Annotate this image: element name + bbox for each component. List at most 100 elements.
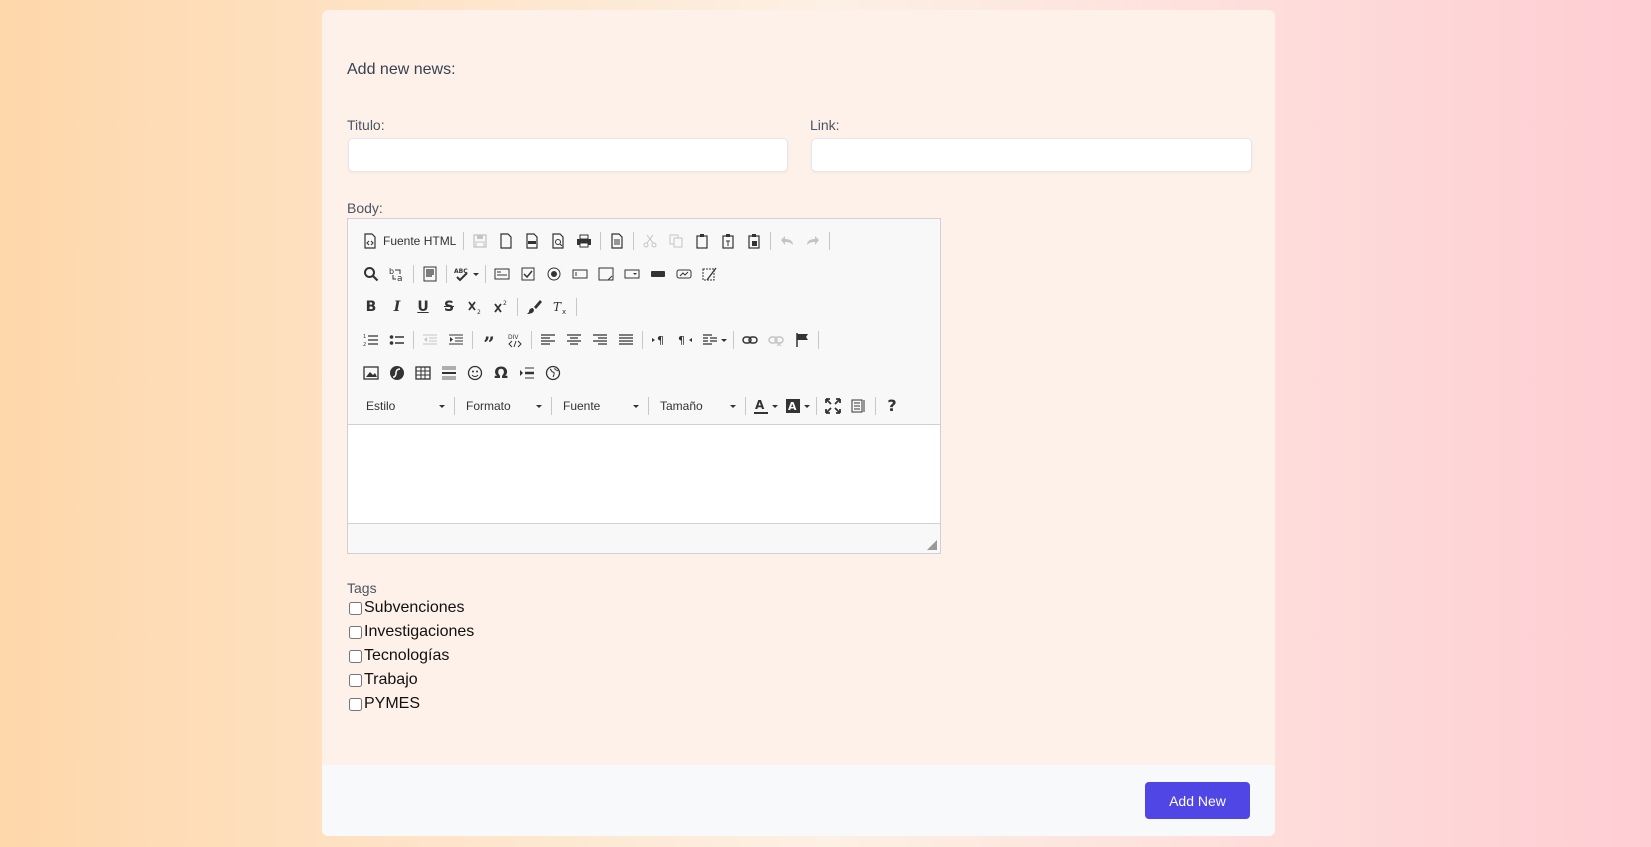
- export-pdf-button[interactable]: [519, 229, 545, 253]
- toolbar-separator: [472, 331, 473, 349]
- print-button[interactable]: [571, 229, 597, 253]
- text-field-button[interactable]: [567, 262, 593, 286]
- style-combo[interactable]: Estilo: [358, 394, 451, 418]
- titulo-input[interactable]: [348, 138, 788, 172]
- subscript-button[interactable]: 2: [462, 295, 488, 319]
- background-color-button[interactable]: A: [781, 394, 813, 418]
- find-button[interactable]: [358, 262, 384, 286]
- tag-checkbox[interactable]: [349, 649, 362, 663]
- omega-icon: Ω: [494, 363, 508, 382]
- form-button[interactable]: [489, 262, 515, 286]
- cut-button[interactable]: [637, 229, 663, 253]
- blockquote-button[interactable]: ”: [476, 328, 502, 354]
- toolbar-separator: [446, 265, 447, 283]
- div-container-button[interactable]: DIV: [502, 328, 528, 352]
- svg-text:T: T: [553, 300, 562, 314]
- copy-format-button[interactable]: [521, 295, 547, 319]
- tag-option-investigaciones[interactable]: Investigaciones: [349, 623, 474, 641]
- tag-option-pymes[interactable]: PYMES: [349, 695, 420, 713]
- paste-icon: [696, 234, 708, 249]
- table-button[interactable]: [410, 361, 436, 385]
- maximize-button[interactable]: [820, 394, 846, 418]
- ltr-icon: ¶: [652, 334, 664, 347]
- anchor-button[interactable]: [789, 328, 815, 352]
- iframe-button[interactable]: [540, 361, 566, 385]
- toolbar-row-2: ba ABC: [358, 261, 723, 287]
- image-button-button[interactable]: [671, 262, 697, 286]
- add-new-button[interactable]: Add New: [1145, 782, 1250, 819]
- ltr-button[interactable]: ¶: [646, 328, 672, 352]
- rtl-button[interactable]: ¶: [672, 328, 698, 352]
- new-page-button[interactable]: [493, 229, 519, 253]
- link-button[interactable]: [737, 328, 763, 352]
- bold-button[interactable]: B: [358, 295, 384, 319]
- help-button[interactable]: ?: [879, 394, 905, 418]
- toolbar-separator: [485, 265, 486, 283]
- remove-format-button[interactable]: Tx: [547, 295, 573, 319]
- smiley-button[interactable]: [462, 361, 488, 385]
- tag-checkbox[interactable]: [349, 625, 362, 639]
- tag-option-trabajo[interactable]: Trabajo: [349, 671, 418, 689]
- font-combo[interactable]: Fuente: [555, 394, 645, 418]
- size-combo[interactable]: Tamaño: [652, 394, 742, 418]
- select-all-button[interactable]: [417, 262, 443, 286]
- format-combo[interactable]: Formato: [458, 394, 548, 418]
- superscript-icon: 2: [494, 300, 507, 313]
- indent-button[interactable]: [443, 328, 469, 352]
- tag-option-tecnologias[interactable]: Tecnologías: [349, 647, 449, 665]
- undo-button[interactable]: [774, 229, 800, 253]
- replace-button[interactable]: ba: [384, 262, 410, 286]
- paste-text-button[interactable]: [715, 229, 741, 253]
- numbered-list-button[interactable]: 12: [358, 328, 384, 352]
- textarea-button[interactable]: [593, 262, 619, 286]
- language-button[interactable]: [698, 328, 730, 352]
- link-label: Link:: [810, 117, 840, 133]
- align-center-button[interactable]: [561, 328, 587, 352]
- checkbox-button[interactable]: [515, 262, 541, 286]
- paste-word-button[interactable]: [741, 229, 767, 253]
- templates-button[interactable]: [604, 229, 630, 253]
- paste-button[interactable]: [689, 229, 715, 253]
- italic-button[interactable]: I: [384, 295, 410, 319]
- show-blocks-button[interactable]: [846, 394, 872, 418]
- image-button[interactable]: [358, 361, 384, 385]
- special-char-button[interactable]: Ω: [488, 361, 514, 385]
- tag-checkbox[interactable]: [349, 601, 362, 615]
- align-left-button[interactable]: [535, 328, 561, 352]
- tag-option-subvenciones[interactable]: Subvenciones: [349, 599, 465, 617]
- copy-button[interactable]: [663, 229, 689, 253]
- select-field-button[interactable]: [619, 262, 645, 286]
- radio-button[interactable]: [541, 262, 567, 286]
- align-right-button[interactable]: [587, 328, 613, 352]
- redo-button[interactable]: [800, 229, 826, 253]
- link-input[interactable]: [811, 138, 1252, 172]
- style-combo-label: Estilo: [366, 399, 396, 413]
- image-button-icon: [676, 269, 692, 279]
- form-button-button[interactable]: [645, 262, 671, 286]
- svg-text:2: 2: [477, 309, 481, 315]
- preview-button[interactable]: [545, 229, 571, 253]
- flash-button[interactable]: [384, 361, 410, 385]
- toolbar-separator: [517, 298, 518, 316]
- source-html-button[interactable]: Fuente HTML: [358, 229, 460, 253]
- underline-button[interactable]: U: [410, 295, 436, 319]
- tag-checkbox[interactable]: [349, 697, 362, 711]
- hidden-field-button[interactable]: [697, 262, 723, 286]
- justify-button[interactable]: [613, 328, 639, 352]
- bulleted-list-button[interactable]: [384, 328, 410, 352]
- strikethrough-button[interactable]: S: [436, 295, 462, 319]
- spellcheck-button[interactable]: ABC: [450, 262, 482, 286]
- toolbar-row-6: Estilo Formato Fuente Tamaño A A ?: [358, 393, 905, 419]
- save-button[interactable]: [467, 229, 493, 253]
- horizontal-rule-button[interactable]: [436, 361, 462, 385]
- unlink-button[interactable]: [763, 328, 789, 352]
- page-break-button[interactable]: [514, 361, 540, 385]
- superscript-button[interactable]: 2: [488, 295, 514, 319]
- resize-handle-icon[interactable]: [927, 540, 937, 550]
- subscript-icon: 2: [468, 301, 481, 315]
- redo-icon: [807, 236, 820, 245]
- editor-content-area[interactable]: [348, 424, 940, 524]
- outdent-button[interactable]: [417, 328, 443, 352]
- tag-checkbox[interactable]: [349, 673, 362, 687]
- text-color-button[interactable]: A: [749, 394, 781, 418]
